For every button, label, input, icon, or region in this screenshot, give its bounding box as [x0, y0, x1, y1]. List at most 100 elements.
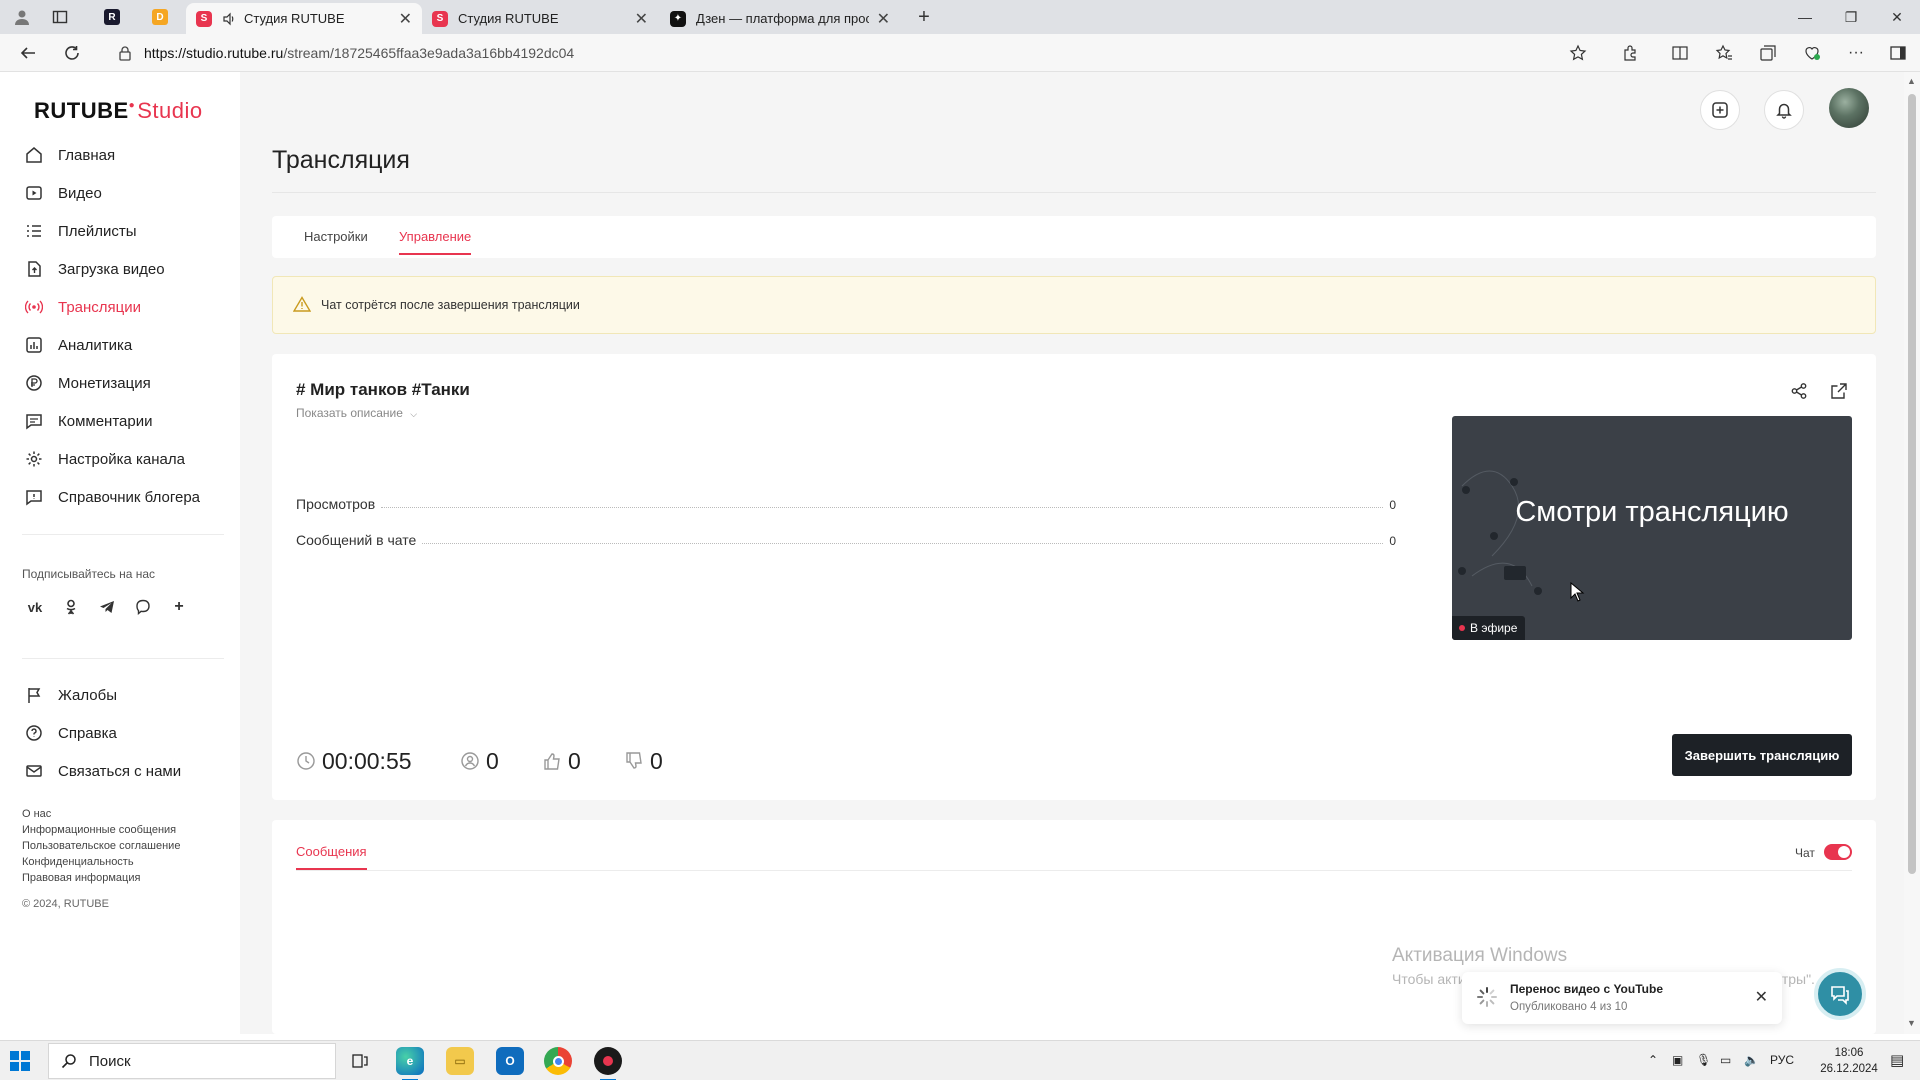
guide-icon	[24, 487, 44, 507]
sidebar-item-channel-settings[interactable]: Настройка канала	[24, 446, 185, 472]
browser-tab-dzen[interactable]: ✦ Дзен — платформа для просмо ✕	[660, 3, 900, 34]
sidebar-item-playlists[interactable]: Плейлисты	[24, 218, 137, 244]
sidebar-item-monetization[interactable]: Монетизация	[24, 370, 151, 396]
lock-icon[interactable]	[118, 45, 132, 61]
sidebar-item-upload[interactable]: Загрузка видео	[24, 256, 165, 282]
address-bar[interactable]: https://studio.rutube.ru/stream/18725465…	[110, 39, 1580, 67]
sidebar-item-home[interactable]: Главная	[24, 142, 115, 168]
input-language[interactable]: РУС	[1770, 1053, 1794, 1067]
close-toast-icon[interactable]: ✕	[1755, 987, 1768, 1007]
chrome-icon[interactable]	[544, 1047, 572, 1075]
dislikes-value: 0	[650, 747, 663, 774]
footer-link-about[interactable]: О нас	[22, 808, 51, 820]
close-tab-icon[interactable]: ✕	[877, 9, 890, 29]
live-badge: В эфире	[1452, 616, 1526, 640]
edge-browser-icon[interactable]: e	[396, 1047, 424, 1080]
scroll-up-icon[interactable]: ▲	[1907, 76, 1916, 86]
tab-settings[interactable]: Настройки	[304, 229, 368, 244]
microphone-icon[interactable]: 🎙	[1696, 1053, 1711, 1067]
minimize-icon[interactable]: —	[1782, 0, 1828, 34]
rutube-favicon-icon: S	[196, 10, 212, 27]
audio-icon[interactable]	[222, 12, 236, 26]
show-description-link[interactable]: Показать описание ⌵	[296, 406, 417, 420]
restore-icon[interactable]: ❐	[1828, 0, 1874, 34]
tab-management[interactable]: Управление	[399, 229, 472, 255]
logo-dot-icon: ●	[128, 100, 136, 111]
sidebar-item-video[interactable]: Видео	[24, 180, 102, 206]
add-content-button[interactable]	[1700, 90, 1740, 130]
tray-app-icon[interactable]: ▣	[1672, 1053, 1683, 1067]
viewers-value: 0	[486, 747, 499, 774]
sidebar-item-complaints[interactable]: Жалобы	[24, 682, 117, 708]
sidebar-item-comments[interactable]: Комментарии	[24, 408, 152, 434]
pinned-tab-d-icon[interactable]: D	[150, 7, 170, 27]
footer-link-terms[interactable]: Пользовательское соглашение	[22, 840, 180, 852]
browser-essentials-icon[interactable]	[1802, 43, 1822, 63]
more-menu-icon[interactable]: ···	[1846, 43, 1866, 63]
scroll-down-icon[interactable]: ▼	[1907, 1018, 1916, 1028]
footer-link-privacy[interactable]: Конфиденциальность	[22, 856, 134, 868]
split-screen-icon[interactable]	[1670, 43, 1690, 63]
favorites-icon[interactable]	[1714, 43, 1734, 63]
sidebar-item-label: Трансляции	[58, 298, 142, 316]
avatar[interactable]	[1829, 88, 1869, 128]
network-icon[interactable]: ▭	[1720, 1053, 1731, 1067]
viewer-icon	[460, 751, 480, 771]
volume-icon[interactable]: 🔈	[1744, 1053, 1759, 1067]
footer-link-legal[interactable]: Правовая информация	[22, 872, 140, 884]
close-tab-icon[interactable]: ✕	[399, 9, 412, 29]
comments-icon	[24, 411, 44, 431]
scrollbar-thumb[interactable]	[1908, 94, 1916, 874]
pinned-tab-r-icon[interactable]: R	[102, 7, 122, 27]
new-tab-icon[interactable]: +	[914, 6, 934, 28]
open-external-icon[interactable]	[1828, 380, 1850, 402]
extensions-icon[interactable]	[1620, 43, 1640, 63]
browser-tab-rutube-studio-1[interactable]: S Студия RUTUBE ✕	[186, 3, 422, 34]
toast-title: Перенос видео с YouTube	[1510, 982, 1663, 996]
sidebar-item-label: Монетизация	[58, 374, 151, 392]
share-icon[interactable]	[1788, 380, 1810, 402]
support-chat-button[interactable]	[1814, 968, 1866, 1020]
tray-chevron-icon[interactable]: ⌃	[1648, 1053, 1658, 1067]
ok-icon[interactable]	[58, 594, 84, 620]
reload-icon[interactable]	[62, 43, 82, 63]
notifications-button[interactable]	[1764, 90, 1804, 130]
sidebar-item-contact[interactable]: Связаться с нами	[24, 758, 181, 784]
file-explorer-icon[interactable]: ▭	[446, 1047, 474, 1075]
rutube-studio-logo[interactable]: RUTUBE●Studio	[34, 98, 203, 124]
viber-icon[interactable]	[130, 594, 156, 620]
sidebar-item-help[interactable]: Справка	[24, 720, 117, 746]
tab-title: Студия RUTUBE	[244, 11, 345, 26]
sidebar-item-analytics[interactable]: Аналитика	[24, 332, 132, 358]
footer-link-info[interactable]: Информационные сообщения	[22, 824, 176, 836]
tab-messages[interactable]: Сообщения	[296, 844, 367, 870]
windows-taskbar: Поиск e ▭ O ⌃ ▣ 🎙 ▭ 🔈 РУС 18:06 26.12.20…	[0, 1040, 1920, 1080]
sidebar-item-broadcasts[interactable]: Трансляции	[24, 294, 141, 320]
vk-icon[interactable]: vk	[22, 594, 48, 620]
close-tab-icon[interactable]: ✕	[635, 9, 648, 29]
page-viewport: RUTUBE●Studio Главная Видео Плейлисты За…	[0, 72, 1904, 1034]
telegram-icon[interactable]	[94, 594, 120, 620]
chat-toggle[interactable]	[1824, 844, 1852, 860]
taskbar-search[interactable]: Поиск	[48, 1043, 336, 1079]
close-window-icon[interactable]: ✕	[1874, 0, 1920, 34]
favorite-star-icon[interactable]	[1568, 43, 1588, 63]
task-view-icon[interactable]	[346, 1047, 374, 1075]
tab-actions-icon[interactable]	[50, 7, 70, 27]
windows-start-icon[interactable]	[10, 1051, 30, 1071]
end-stream-button[interactable]: Завершить трансляцию	[1672, 734, 1852, 776]
sidebar-toggle-icon[interactable]	[1888, 43, 1908, 63]
plus-icon[interactable]: +	[166, 594, 192, 620]
taskbar-clock[interactable]: 18:06 26.12.2024	[1814, 1045, 1884, 1077]
outlook-icon[interactable]: O	[496, 1047, 524, 1075]
page-scrollbar[interactable]: ▲ ▼	[1904, 72, 1920, 1034]
obs-studio-icon[interactable]	[594, 1047, 622, 1080]
stream-preview[interactable]: Смотри трансляцию	[1452, 416, 1852, 640]
collections-icon[interactable]	[1758, 43, 1778, 63]
back-icon[interactable]	[18, 43, 38, 63]
profile-icon[interactable]	[12, 7, 32, 27]
notification-center-icon[interactable]: ▤	[1890, 1051, 1904, 1069]
sidebar-item-blogger-guide[interactable]: Справочник блогера	[24, 484, 200, 510]
browser-tab-rutube-studio-2[interactable]: S Студия RUTUBE ✕	[422, 3, 658, 34]
tab-title: Студия RUTUBE	[458, 11, 559, 26]
